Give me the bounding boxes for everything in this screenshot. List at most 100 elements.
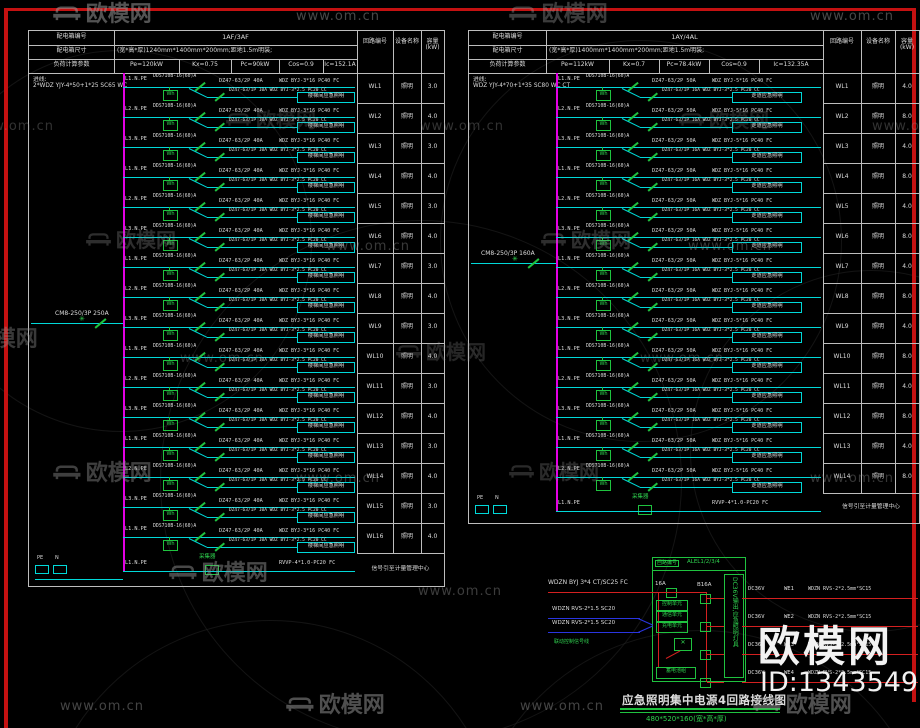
phase-label: L2.N.PE bbox=[558, 376, 580, 382]
branch-drop bbox=[621, 208, 641, 218]
capacity-value: 4.0 bbox=[427, 293, 438, 300]
circuit-id: WL16 bbox=[366, 533, 384, 540]
meter-symbol: Wh bbox=[166, 331, 175, 337]
meter-box: Wh bbox=[163, 270, 178, 281]
branch-line bbox=[207, 397, 297, 398]
device-name: 照明 bbox=[871, 203, 884, 210]
branch-drop bbox=[621, 238, 641, 248]
branch-line bbox=[207, 517, 297, 518]
grid-line bbox=[823, 403, 919, 404]
cable-label: WDZ BYJ-5*16 PC40 FC bbox=[712, 228, 773, 234]
pe-label: PE bbox=[477, 495, 484, 501]
ups-output-cable: WDZN RVS-2*2.5mm²SC15 bbox=[808, 614, 872, 620]
phase-label: L3.N.PE bbox=[125, 226, 147, 232]
branch-drop bbox=[188, 388, 208, 398]
collector-line bbox=[123, 571, 355, 572]
panel-size: (宽*高*厚)1400mm*1400mm*200mm;距地1.5m明装; bbox=[549, 47, 705, 54]
meter-stub bbox=[602, 297, 603, 300]
ups-inner-breakers-label: B16A bbox=[697, 582, 712, 588]
branch-load-box: 走道应急照明 bbox=[732, 182, 802, 193]
circuit-id: WL9 bbox=[368, 323, 382, 330]
branch-line bbox=[207, 307, 297, 308]
meter-label: DDS710B-16(60)A bbox=[586, 434, 630, 439]
device-name: 照明 bbox=[871, 413, 884, 420]
capacity-value: 8.0 bbox=[902, 413, 912, 420]
capacity-value: 8.0 bbox=[902, 473, 912, 480]
grid-line bbox=[823, 493, 919, 494]
breaker-label: DZ47-63/2P 40A bbox=[219, 258, 263, 264]
ups-output-cable: WDZN RVS-2*2.5mm²SC15 bbox=[808, 586, 872, 592]
meter-stub bbox=[169, 357, 170, 360]
branch-drop bbox=[188, 178, 208, 188]
grid-line bbox=[357, 283, 444, 284]
n-terminal bbox=[493, 505, 507, 514]
branch-load-label: 走道应急照明 bbox=[751, 153, 783, 159]
meter-stub bbox=[169, 327, 170, 330]
phase-label: L1.N.PE bbox=[125, 436, 147, 442]
pe-terminal bbox=[35, 565, 49, 574]
capacity-value: 8.0 bbox=[902, 113, 912, 120]
ups-bus-merge bbox=[637, 625, 653, 633]
meter-symbol: Wh bbox=[166, 451, 175, 457]
breaker-label: DZ47-63/2P 50A bbox=[652, 78, 696, 84]
breaker-label: DZ47-63/2P 50A bbox=[652, 138, 696, 144]
branch-load-box: 楼梯间应急照明 bbox=[297, 272, 355, 283]
watermark-logo: 欧模网 bbox=[508, 3, 608, 27]
ups-unit-label: 控制单元 bbox=[661, 601, 682, 607]
grid-line bbox=[823, 313, 919, 314]
meter-label: DDS710B-16(60)A bbox=[153, 344, 197, 349]
grid-line bbox=[357, 343, 444, 344]
meter-stub bbox=[169, 87, 170, 90]
branch-load-label: 走道应急照明 bbox=[751, 393, 783, 399]
branch-load-box: 走道应急照明 bbox=[732, 452, 802, 463]
meter-label: DDS710B-16(60)A bbox=[586, 404, 630, 409]
circuit-id: WL4 bbox=[368, 173, 382, 180]
meter-box: Wh bbox=[163, 540, 178, 551]
breaker-label: DZ47-63/2P 40A bbox=[219, 378, 263, 384]
phase-label: L3.N.PE bbox=[558, 316, 580, 322]
branch-load-box: 走道应急照明 bbox=[732, 212, 802, 223]
ups-output-stub bbox=[707, 598, 724, 599]
breaker-label: DZ47-63/2P 50A bbox=[652, 228, 696, 234]
branch-drop bbox=[188, 538, 208, 548]
panel-size-label: 配电箱尺寸 bbox=[492, 47, 523, 54]
load-param: Pc=78.4kW bbox=[666, 61, 702, 68]
sofa-icon bbox=[508, 3, 538, 27]
phase-label: L2.N.PE bbox=[558, 196, 580, 202]
branch-line bbox=[640, 367, 732, 368]
meter-box: Wh bbox=[596, 150, 611, 161]
breaker-label: DZ47-63/2P 40A bbox=[219, 468, 263, 474]
meter-symbol: Wh bbox=[599, 91, 608, 97]
branch-load-box: 楼梯间应急照明 bbox=[297, 452, 355, 463]
cable-label: WDZ BYJ-3*16 PC40 FC bbox=[279, 198, 340, 204]
ups-input-breaker-label: 16A bbox=[655, 581, 666, 587]
grid-line bbox=[357, 523, 444, 524]
phase-label: L2.N.PE bbox=[558, 286, 580, 292]
pe-line bbox=[35, 579, 123, 580]
meter-stub bbox=[602, 357, 603, 360]
circuit-id: WL12 bbox=[833, 413, 851, 420]
load-params-label: 负荷计算参数 bbox=[489, 61, 526, 68]
meter-symbol: Wh bbox=[166, 151, 175, 157]
meter-symbol: Wh bbox=[599, 211, 608, 217]
branch-drop bbox=[621, 418, 641, 428]
grid-line bbox=[357, 493, 444, 494]
grid-line bbox=[823, 163, 919, 164]
branch-load-box: 楼梯间应急照明 bbox=[297, 152, 355, 163]
branch-drop bbox=[621, 328, 641, 338]
branch-drop bbox=[188, 418, 208, 428]
breaker-label: DZ47-63/2P 50A bbox=[652, 438, 696, 444]
ups-input-breaker-box bbox=[666, 588, 677, 598]
branch-drop bbox=[188, 478, 208, 488]
cable-label: WDZ BYJ-3*16 PC40 FC bbox=[279, 138, 340, 144]
branch-load-box: 楼梯间应急照明 bbox=[297, 242, 355, 253]
capacity-value: 4.0 bbox=[902, 383, 912, 390]
breaker-label: DZ47-63/2P 40A bbox=[219, 348, 263, 354]
meter-symbol: Wh bbox=[166, 121, 175, 127]
grid-line bbox=[469, 73, 919, 74]
meter-symbol: Wh bbox=[599, 331, 608, 337]
device-name: 照明 bbox=[400, 83, 413, 90]
breaker-label: DZ47-63/2P 40A bbox=[219, 108, 263, 114]
branch-load-box: 楼梯间应急照明 bbox=[297, 122, 355, 133]
cable-label: WDZ BYJ-3*16 PC40 FC bbox=[279, 228, 340, 234]
